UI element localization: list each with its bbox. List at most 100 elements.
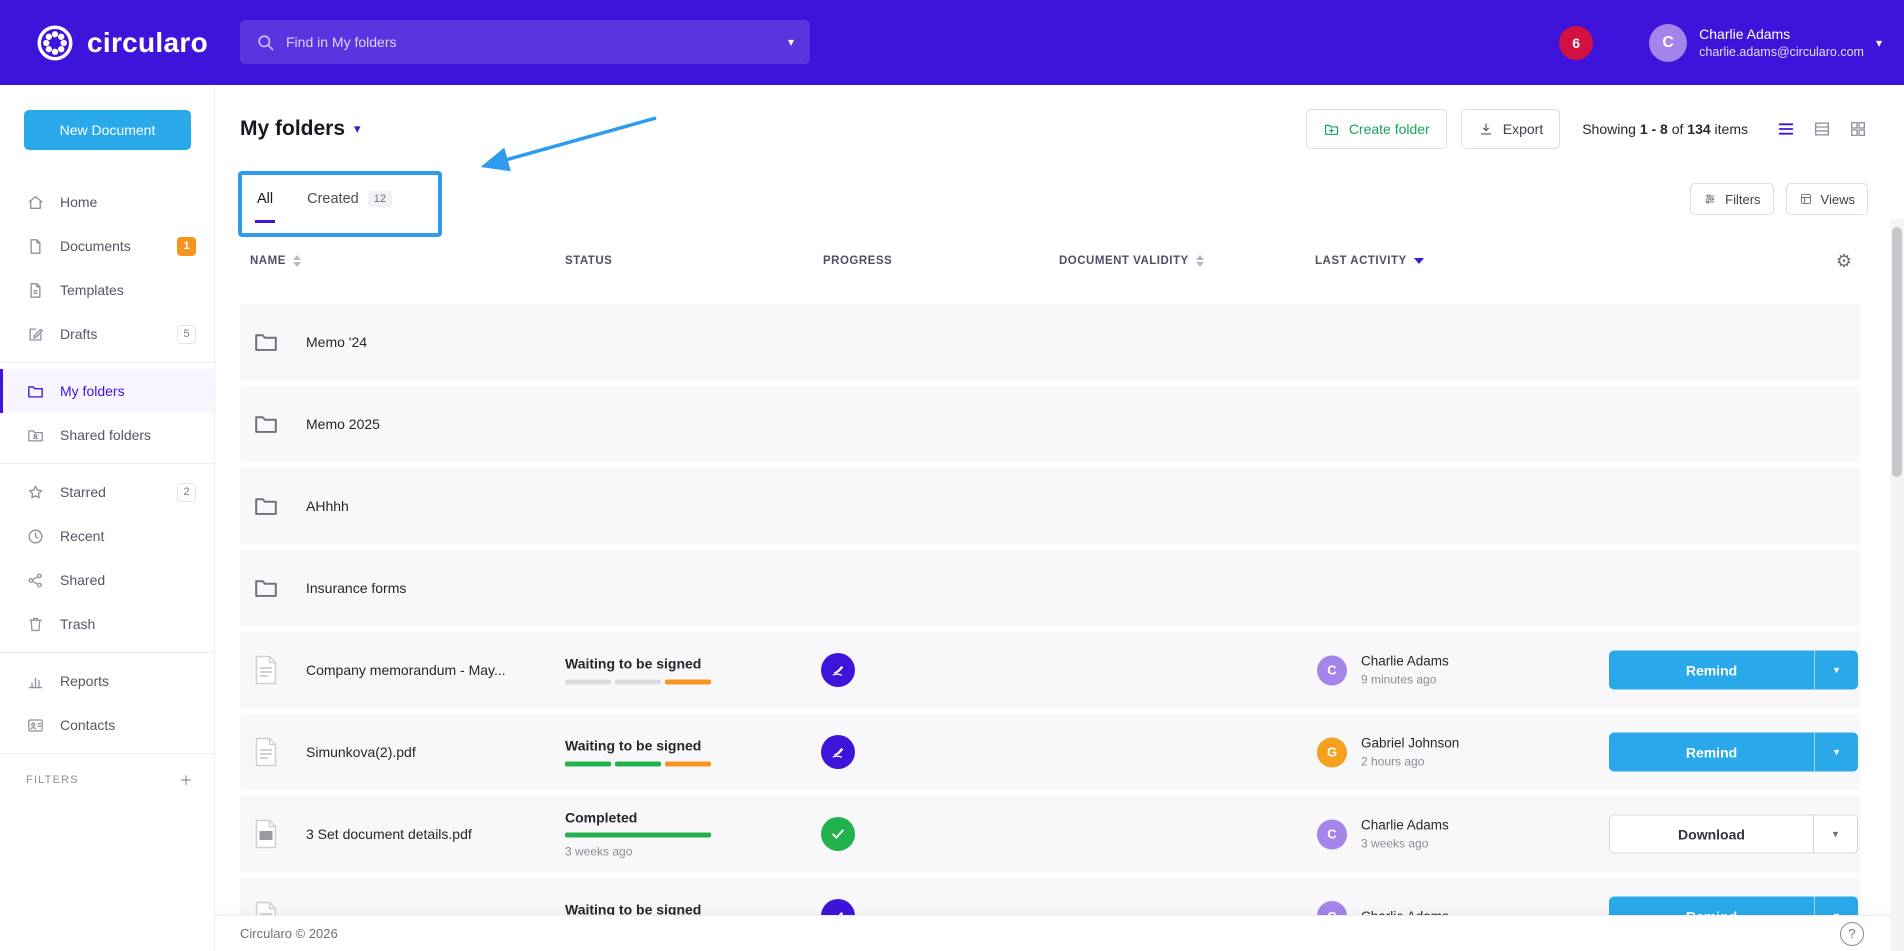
trash-icon <box>26 615 45 634</box>
notifications-badge[interactable]: 6 <box>1559 26 1593 60</box>
sidebar-item-label: Reports <box>60 673 196 689</box>
sidebar-item-shared[interactable]: Shared <box>0 558 214 602</box>
page-title[interactable]: My folders ▾ <box>240 117 361 141</box>
folder-icon[interactable] <box>252 492 280 520</box>
tab-created[interactable]: Created 12 <box>305 185 394 223</box>
drafts-count-badge: 5 <box>177 325 196 344</box>
tab-all[interactable]: All <box>255 185 275 223</box>
search-input[interactable] <box>286 34 763 50</box>
search-icon <box>256 33 275 52</box>
create-folder-button[interactable]: Create folder <box>1306 109 1447 149</box>
column-header-status[interactable]: STATUS <box>565 255 612 267</box>
sidebar-item-label: Starred <box>60 484 162 500</box>
sidebar-divider <box>0 753 214 754</box>
document-icon[interactable] <box>254 737 278 767</box>
status-text: Waiting to be signed <box>565 656 711 672</box>
sidebar-item-shared-folders[interactable]: Shared folders <box>0 413 214 457</box>
action-caret-icon[interactable]: ▾ <box>1814 651 1858 690</box>
sidebar-item-label: Recent <box>60 528 196 544</box>
download-button[interactable]: Download <box>1610 816 1813 853</box>
status-text: Completed <box>565 810 711 826</box>
new-document-button[interactable]: New Document <box>24 110 191 150</box>
document-icon[interactable] <box>254 655 278 685</box>
table-view-icon[interactable] <box>1812 119 1832 139</box>
column-header-name[interactable]: NAME <box>250 255 301 267</box>
table-row[interactable]: Memo 2025 <box>240 386 1860 462</box>
sidebar-item-home[interactable]: Home <box>0 180 214 224</box>
sidebar-item-starred[interactable]: Starred 2 <box>0 470 214 514</box>
activity-user: Gabriel Johnson <box>1361 736 1459 751</box>
scrollbar-thumb[interactable] <box>1892 227 1902 477</box>
sort-icon <box>1196 255 1204 267</box>
row-name[interactable]: Insurance forms <box>306 580 406 596</box>
sidebar-item-label: Drafts <box>60 326 162 342</box>
row-name[interactable]: 3 Set document details.pdf <box>306 826 472 842</box>
table-body: Memo '24 Memo 2025 AHhhh Insurance forms… <box>240 304 1860 951</box>
gear-icon[interactable]: ⚙ <box>1836 251 1852 272</box>
main-content: My folders ▾ Create folder Export Showin… <box>215 85 1904 951</box>
search-scope-caret-icon[interactable]: ▾ <box>774 35 794 49</box>
row-action: Remind ▾ <box>1609 733 1858 772</box>
column-header-last-activity[interactable]: LAST ACTIVITY <box>1315 255 1424 267</box>
remind-button[interactable]: Remind <box>1609 651 1814 690</box>
sidebar-item-my-folders[interactable]: My folders <box>0 369 214 413</box>
folder-icon <box>26 382 45 401</box>
filters-button[interactable]: Filters <box>1690 183 1773 215</box>
action-caret-icon[interactable]: ▾ <box>1813 816 1857 853</box>
brand-logo[interactable]: circularo <box>34 0 208 85</box>
add-filter-icon[interactable] <box>178 772 194 788</box>
filters-button-label: Filters <box>1725 192 1760 207</box>
table-row[interactable]: Simunkova(2).pdf Waiting to be signed G … <box>240 714 1860 790</box>
folder-icon[interactable] <box>252 328 280 356</box>
table-row[interactable]: AHhhh <box>240 468 1860 544</box>
row-name[interactable]: Memo 2025 <box>306 416 380 432</box>
signature-status-icon[interactable] <box>821 735 855 769</box>
download-icon <box>1478 121 1494 137</box>
scrollbar-track[interactable] <box>1890 219 1904 951</box>
export-button[interactable]: Export <box>1461 109 1560 149</box>
column-header-document-validity[interactable]: DOCUMENT VALIDITY <box>1059 255 1204 267</box>
folder-icon[interactable] <box>252 574 280 602</box>
filter-view-buttons: Filters Views <box>1690 183 1868 215</box>
row-action: Remind ▾ <box>1609 651 1858 690</box>
document-icon[interactable] <box>254 819 278 849</box>
row-status: Waiting to be signed <box>565 656 711 685</box>
sidebar-item-reports[interactable]: Reports <box>0 659 214 703</box>
sidebar-item-templates[interactable]: Templates <box>0 268 214 312</box>
row-name[interactable]: Simunkova(2).pdf <box>306 744 416 760</box>
sidebar-item-label: Shared <box>60 572 196 588</box>
help-button[interactable]: ? <box>1840 922 1864 946</box>
status-time: 3 weeks ago <box>565 845 711 859</box>
sidebar-item-documents[interactable]: Documents 1 <box>0 224 214 268</box>
sidebar-item-label: My folders <box>60 383 196 399</box>
completed-check-icon[interactable] <box>821 817 855 851</box>
list-view-icon[interactable] <box>1776 119 1796 139</box>
table-row[interactable]: Memo '24 <box>240 304 1860 380</box>
column-header-progress[interactable]: PROGRESS <box>823 255 892 267</box>
sidebar-item-label: Contacts <box>60 717 196 733</box>
sidebar-item-contacts[interactable]: Contacts <box>0 703 214 747</box>
row-name[interactable]: Memo '24 <box>306 334 367 350</box>
signature-status-icon[interactable] <box>821 653 855 687</box>
user-avatar[interactable]: C <box>1649 24 1687 62</box>
remind-button[interactable]: Remind <box>1609 733 1814 772</box>
sidebar-item-trash[interactable]: Trash <box>0 602 214 646</box>
views-button[interactable]: Views <box>1786 183 1868 215</box>
activity-user: Charlie Adams <box>1361 818 1449 833</box>
table-row[interactable]: Company memorandum - May... Waiting to b… <box>240 632 1860 708</box>
sidebar-item-recent[interactable]: Recent <box>0 514 214 558</box>
global-search[interactable]: ▾ <box>240 20 810 64</box>
user-menu-caret-icon[interactable]: ▾ <box>1876 36 1882 50</box>
folder-icon[interactable] <box>252 410 280 438</box>
action-caret-icon[interactable]: ▾ <box>1814 733 1858 772</box>
grid-view-icon[interactable] <box>1848 119 1868 139</box>
sidebar-item-drafts[interactable]: Drafts 5 <box>0 312 214 356</box>
table-row[interactable]: Insurance forms <box>240 550 1860 626</box>
row-name[interactable]: Company memorandum - May... <box>306 662 506 678</box>
showing-count: Showing 1 - 8 of 134 items <box>1582 121 1748 137</box>
activity-user: Charlie Adams <box>1361 654 1449 669</box>
folder-tabs: All Created 12 <box>255 185 394 223</box>
sidebar-item-label: Home <box>60 194 196 210</box>
row-name[interactable]: AHhhh <box>306 498 349 514</box>
table-row[interactable]: 3 Set document details.pdf Completed 3 w… <box>240 796 1860 872</box>
